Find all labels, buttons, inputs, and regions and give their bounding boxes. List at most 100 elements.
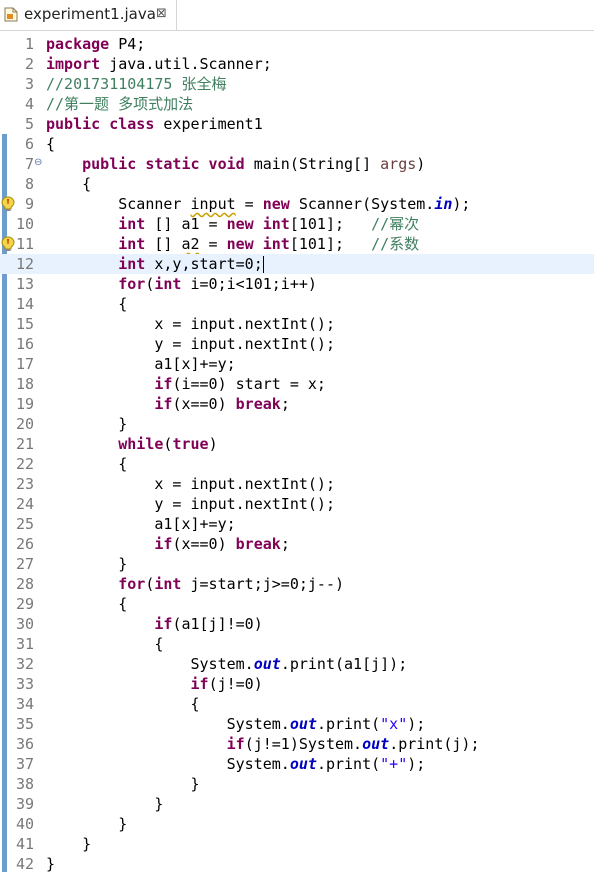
- warning-lightbulb-icon[interactable]: [1, 196, 15, 212]
- code-line[interactable]: 7 ⊖ public static void main(String[] args…: [0, 154, 594, 174]
- code-token: out: [289, 755, 317, 773]
- code-line[interactable]: 40 }: [0, 814, 594, 834]
- warning-lightbulb-icon[interactable]: [1, 236, 15, 252]
- code-line[interactable]: 36 if(j!=1)System.out.print(j);: [0, 734, 594, 754]
- code-line[interactable]: 26 if(x==0) break;: [0, 534, 594, 554]
- code-line[interactable]: 22 {: [0, 454, 594, 474]
- line-number: 19: [15, 395, 34, 413]
- code-token: out: [362, 735, 390, 753]
- code-text: y = input.nextInt();: [46, 495, 335, 513]
- code-line[interactable]: 4 //第一题 多项式加法: [0, 94, 594, 114]
- code-token: out: [253, 655, 281, 673]
- editor-tab-bar: experiment1.java ⊠: [0, 0, 594, 31]
- tab-experiment1-java[interactable]: experiment1.java ⊠: [0, 0, 177, 30]
- code-line[interactable]: 2 import java.util.Scanner;: [0, 54, 594, 74]
- code-token: int: [118, 255, 146, 273]
- code-token: package: [46, 35, 110, 53]
- line-number: 37: [15, 755, 34, 773]
- code-text: int [] a1 = new int[101]; //幂次: [118, 215, 420, 233]
- code-line[interactable]: 31 {: [0, 634, 594, 654]
- code-token: new int: [226, 215, 290, 233]
- code-token: new int: [226, 235, 290, 253]
- code-line[interactable]: 30 if(a1[j]!=0): [0, 614, 594, 634]
- line-number: 1: [24, 35, 34, 53]
- code-line[interactable]: 24 y = input.nextInt();: [0, 494, 594, 514]
- code-line[interactable]: 11 int [] a2 = new int[101]; //系数: [0, 234, 594, 254]
- code-token: if: [154, 375, 173, 393]
- code-token: new: [262, 195, 290, 213]
- code-line[interactable]: 41 }: [0, 834, 594, 854]
- code-line[interactable]: 32 System.out.print(a1[j]);: [0, 654, 594, 674]
- code-line[interactable]: 3 //201731104175 张全梅: [0, 74, 594, 94]
- code-token: int: [118, 235, 146, 253]
- code-line[interactable]: 1 package P4;: [0, 34, 594, 54]
- fold-toggle-icon[interactable]: ⊖: [34, 153, 42, 173]
- code-text: int [] a2 = new int[101]; //系数: [118, 235, 420, 253]
- code-line[interactable]: 23 x = input.nextInt();: [0, 474, 594, 494]
- code-line[interactable]: 5 public class experiment1: [0, 114, 594, 134]
- code-text: for(int i=0;i<101;i++): [118, 275, 317, 293]
- code-token: "x": [380, 715, 408, 733]
- line-number: 28: [15, 575, 34, 593]
- code-token: break: [235, 395, 281, 413]
- code-line[interactable]: 34 {: [0, 694, 594, 714]
- code-token: while: [118, 435, 164, 453]
- code-line[interactable]: 14 {: [0, 294, 594, 314]
- line-number: 32: [15, 655, 34, 673]
- code-line[interactable]: 19 if(x==0) break;: [0, 394, 594, 414]
- code-text: //第一题 多项式加法: [46, 94, 193, 114]
- code-token: break: [235, 535, 281, 553]
- line-number: 6: [24, 135, 34, 153]
- code-line[interactable]: 12 int x,y,start=0;: [0, 254, 594, 274]
- code-line[interactable]: 27 }: [0, 554, 594, 574]
- line-number: 27: [15, 555, 34, 573]
- code-token: true: [172, 435, 209, 453]
- line-number: 21: [15, 435, 34, 453]
- code-text: {: [46, 635, 164, 653]
- line-number: 14: [15, 295, 34, 313]
- code-text: public class experiment1: [46, 115, 263, 133]
- code-line[interactable]: 13 for(int i=0;i<101;i++): [0, 274, 594, 294]
- code-text: x = input.nextInt();: [46, 315, 335, 333]
- code-line[interactable]: 16 y = input.nextInt();: [0, 334, 594, 354]
- code-text: a1[x]+=y;: [46, 355, 236, 373]
- line-number: 18: [15, 375, 34, 393]
- code-line[interactable]: 21 while(true): [0, 434, 594, 454]
- code-line[interactable]: 39 }: [0, 794, 594, 814]
- code-text: System.out.print("+");: [46, 755, 426, 773]
- line-number: 15: [15, 315, 34, 333]
- code-token: //第一题 多项式加法: [46, 95, 194, 113]
- code-token: input: [190, 195, 236, 213]
- code-editor[interactable]: 1 package P4; 2 import java.util.Scanner; 3 /…: [0, 30, 594, 877]
- code-text: y = input.nextInt();: [46, 335, 335, 353]
- code-line[interactable]: 35 System.out.print("x");: [0, 714, 594, 734]
- code-text: System.out.print("x");: [46, 715, 426, 733]
- code-line[interactable]: 9 Scanner input = new Scanner(System.in)…: [0, 194, 594, 214]
- code-line[interactable]: 28 for(int j=start;j>=0;j--): [0, 574, 594, 594]
- code-text: {: [46, 135, 56, 153]
- line-number: 38: [15, 775, 34, 793]
- code-line[interactable]: 20 }: [0, 414, 594, 434]
- code-line[interactable]: 18 if(i==0) start = x;: [0, 374, 594, 394]
- line-number: 40: [15, 815, 34, 833]
- code-line[interactable]: 6{: [0, 134, 594, 154]
- code-line[interactable]: 25 a1[x]+=y;: [0, 514, 594, 534]
- code-line[interactable]: 10 int [] a1 = new int[101]; //幂次: [0, 214, 594, 234]
- code-text: x = input.nextInt();: [46, 475, 335, 493]
- code-text: if(x==0) break;: [154, 535, 290, 553]
- line-number: 25: [15, 515, 34, 533]
- code-line[interactable]: 42}: [0, 854, 594, 874]
- code-text: {: [46, 175, 92, 193]
- code-line[interactable]: 8 {: [0, 174, 594, 194]
- code-line[interactable]: 17 a1[x]+=y;: [0, 354, 594, 374]
- code-text: {: [46, 295, 128, 313]
- close-icon[interactable]: ⊠: [156, 6, 167, 21]
- code-line[interactable]: 38 }: [0, 774, 594, 794]
- code-line[interactable]: 15 x = input.nextInt();: [0, 314, 594, 334]
- code-line[interactable]: 37 System.out.print("+");: [0, 754, 594, 774]
- code-line[interactable]: 29 {: [0, 594, 594, 614]
- code-text: {: [46, 695, 200, 713]
- code-text: }: [46, 415, 128, 433]
- code-line[interactable]: 33 if(j!=0): [0, 674, 594, 694]
- line-number: 34: [15, 695, 34, 713]
